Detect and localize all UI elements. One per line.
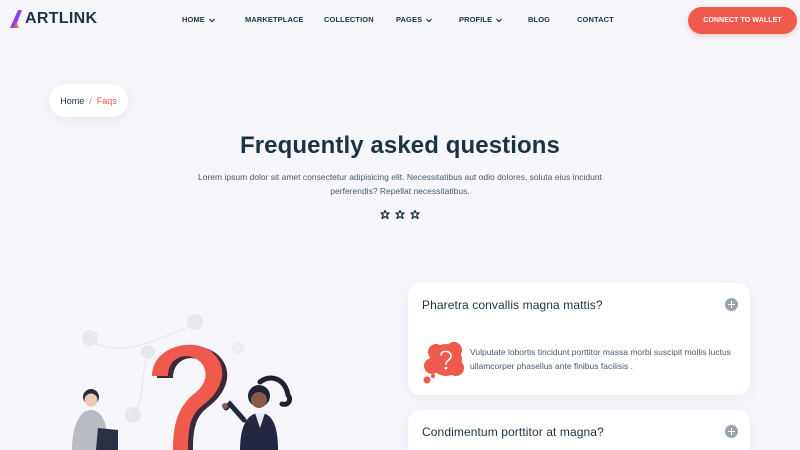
nav-label: HOME (182, 15, 205, 24)
decorative-stars (380, 210, 420, 222)
faq-answer: Vulputate lobortis tincidunt porttitor m… (470, 347, 731, 371)
star-icon (395, 210, 405, 220)
page-title: Frequently asked questions (239, 132, 560, 159)
nav-label: PAGES (396, 15, 423, 24)
nav-item-blog[interactable]: BLOG (528, 14, 550, 26)
breadcrumb: Home / Faqs (49, 84, 128, 117)
plus-icon[interactable] (725, 298, 738, 311)
plus-icon[interactable] (725, 425, 738, 438)
nav-item-home[interactable]: HOME (182, 14, 216, 26)
nav-item-profile[interactable]: PROFILE (459, 14, 503, 26)
faq-illustration (72, 314, 293, 450)
nav-item-marketplace[interactable]: MARKETPLACE (245, 14, 304, 26)
chevron-down-icon (496, 18, 503, 23)
question-bubble-icon (423, 342, 464, 384)
nav-label: CONTACT (577, 15, 614, 24)
site-header: ARTLINK HOME MARKETPLACE COLLECTION PAGE… (0, 0, 800, 40)
connect-wallet-button[interactable]: CONNECT TO WALLET (688, 7, 797, 34)
faq-item: Pharetra convallis magna mattis? Vulputa… (408, 283, 750, 395)
nav-label: MARKETPLACE (245, 15, 304, 24)
chevron-down-icon (208, 18, 215, 23)
breadcrumb-current: Faqs (96, 95, 117, 106)
breadcrumb-separator: / (89, 95, 92, 106)
star-icon (410, 210, 420, 220)
breadcrumb-home-link[interactable]: Home (60, 96, 84, 106)
star-icon (380, 210, 390, 220)
main-nav: HOME MARKETPLACE COLLECTION PAGES PROFIL… (0, 14, 800, 26)
nav-label: COLLECTION (324, 15, 374, 24)
nav-item-collection[interactable]: COLLECTION (324, 14, 374, 26)
nav-label: BLOG (528, 15, 551, 24)
nav-label: PROFILE (459, 15, 493, 24)
faq-item: Condimentum porttitor at magna? (408, 410, 750, 450)
chevron-down-icon (426, 18, 433, 23)
faq-question[interactable]: Pharetra convallis magna mattis? (422, 298, 603, 312)
faq-question[interactable]: Condimentum porttitor at magna? (422, 425, 604, 439)
nav-item-contact[interactable]: CONTACT (577, 14, 614, 26)
nav-item-pages[interactable]: PAGES (396, 14, 433, 26)
page-subtitle: Lorem ipsum dolor sit amet consectetur a… (198, 172, 602, 196)
